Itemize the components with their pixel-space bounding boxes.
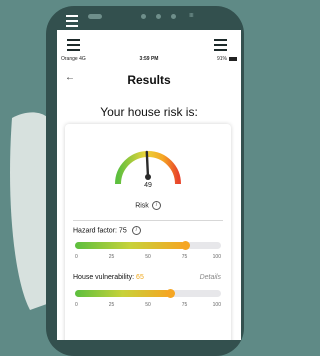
- hazard-factor-label-row: Hazard factor: 75 i: [73, 226, 141, 235]
- signal-bars-icon: ıııı: [189, 12, 194, 19]
- scale-tick-label: 100: [212, 302, 221, 308]
- hazard-factor-label: Hazard factor:: [73, 227, 117, 235]
- hazard-factor-marker: [180, 241, 190, 250]
- risk-label: Risk: [135, 202, 149, 210]
- gauge-needle: [145, 150, 150, 179]
- speaker-notch: [88, 14, 102, 19]
- scale-tick-label: 100: [212, 254, 221, 260]
- status-time: 3:59 PM: [139, 56, 159, 62]
- house-vulnerability-scale: 0 25 50 75 100: [75, 302, 221, 310]
- risk-label-row: Risk i: [65, 201, 231, 210]
- menu-icon[interactable]: [214, 39, 227, 54]
- scale-tick-label: 50: [145, 254, 151, 260]
- outer-menu-icon: [66, 15, 78, 30]
- hazard-factor-scale: 0 25 50 75 100: [75, 254, 221, 262]
- info-icon[interactable]: i: [151, 201, 161, 210]
- risk-card: 49 Risk i Hazard factor: 75 i 0 25 50 75 100 …: [65, 124, 231, 340]
- scale-tick-label: 75: [181, 254, 188, 260]
- top-menu-bar: [57, 30, 241, 52]
- page-title: Results: [127, 73, 171, 87]
- house-vulnerability-marker: [165, 289, 175, 298]
- scale-tick-label: 25: [108, 254, 115, 260]
- gauge-hub: [145, 174, 151, 180]
- house-vulnerability-value: 65: [136, 274, 144, 281]
- scale-tick-label: 25: [108, 302, 115, 308]
- app-screen: Orange 4G 3:59 PM 91% ← Results Your hou…: [57, 30, 241, 340]
- details-link[interactable]: Details: [200, 274, 221, 281]
- hazard-factor-bar: [75, 241, 221, 250]
- gauge-value: 49: [144, 182, 152, 189]
- scale-tick-label: 50: [145, 302, 151, 308]
- divider: [73, 220, 223, 221]
- battery-indicator: 91%: [217, 56, 237, 62]
- menu-icon[interactable]: [67, 39, 80, 54]
- result-heading: Your house risk is:: [100, 105, 198, 119]
- info-icon[interactable]: i: [131, 226, 141, 235]
- sensor-dot-icon: [171, 14, 176, 19]
- scale-tick-label: 0: [75, 254, 78, 260]
- house-vulnerability-label-row: House vulnerability: 65: [73, 274, 144, 281]
- status-bar: Orange 4G 3:59 PM 91%: [57, 54, 241, 64]
- battery-icon: [229, 56, 237, 61]
- house-vulnerability-label: House vulnerability:: [73, 274, 135, 281]
- house-vulnerability-bar: [75, 289, 221, 298]
- app-header: ← Results: [57, 70, 241, 90]
- sensor-dot-icon: [156, 14, 161, 19]
- camera-dot-icon: [141, 14, 146, 19]
- hazard-factor-value: 75: [118, 227, 127, 235]
- hazard-factor-fill: [75, 242, 185, 249]
- house-vulnerability-fill: [75, 290, 170, 297]
- battery-percent: 91%: [216, 56, 227, 62]
- scale-tick-label: 75: [181, 302, 188, 308]
- scale-tick-label: 0: [75, 302, 78, 308]
